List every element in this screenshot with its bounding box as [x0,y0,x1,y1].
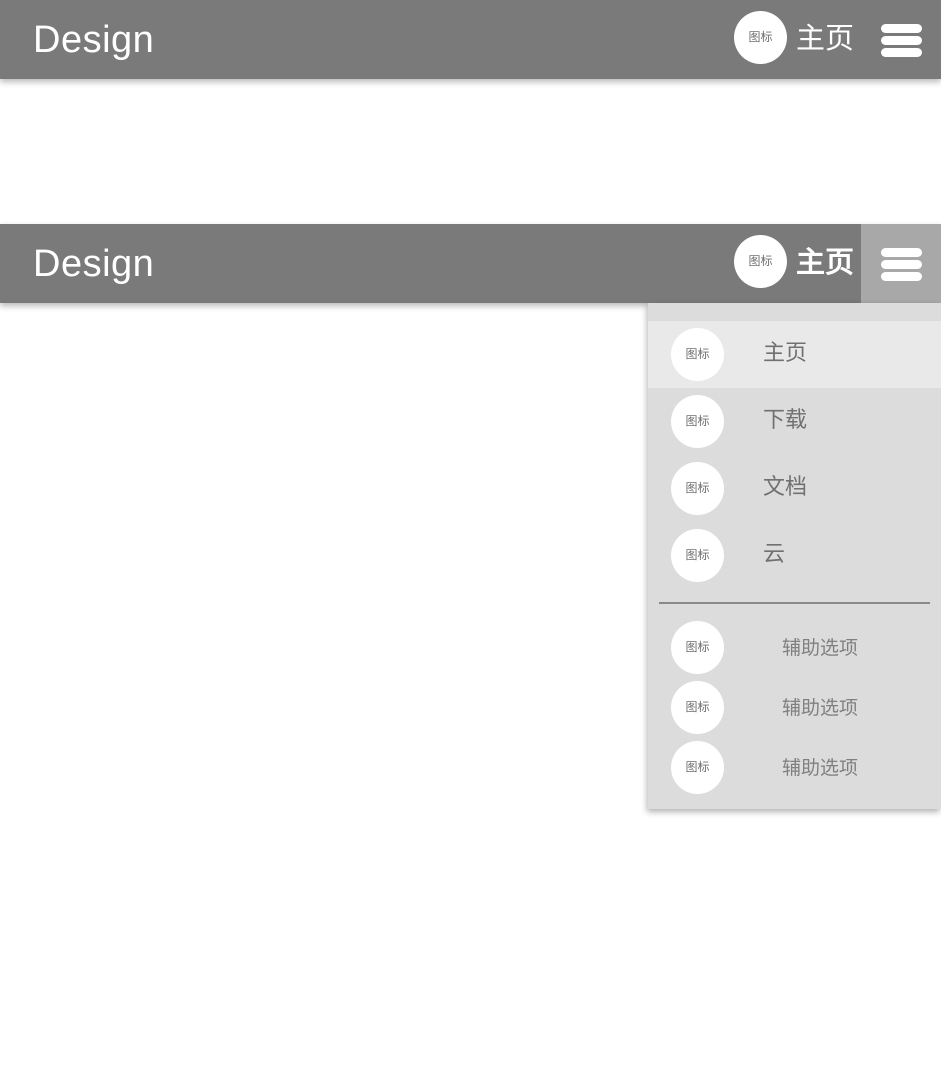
home-icon[interactable]: 图标 [734,11,787,64]
hamburger-icon-bar [881,272,922,281]
hamburger-icon-bar [881,260,922,269]
menu-item-label: 辅助选项 [782,697,859,719]
hamburger-icon [881,248,922,257]
home-icon: 图标 [671,328,724,381]
current-page-title[interactable]: 主页 [796,18,854,58]
menu-item-label: 辅助选项 [782,757,859,779]
cloud-icon: 图标 [671,529,724,582]
menu-item-label: 云 [763,542,786,567]
menu-item-label: 辅助选项 [782,637,859,659]
hamburger-icon [881,24,922,33]
hamburger-icon-bar [881,48,922,57]
secondary-option-icon: 图标 [671,621,724,674]
hamburger-menu-button[interactable] [861,0,941,79]
app-bar-expanded: Design 图标 主页 [0,224,941,303]
menu-item-secondary-1[interactable]: 图标 辅助选项 [648,619,941,679]
document-icon: 图标 [671,462,724,515]
menu-item-cloud[interactable]: 图标 云 [648,522,941,589]
menu-item-label: 主页 [763,341,808,366]
menu-item-label: 文档 [763,475,808,500]
home-icon[interactable]: 图标 [734,235,787,288]
hamburger-menu-button-active[interactable] [861,224,941,303]
menu-item-download[interactable]: 图标 下载 [648,388,941,455]
current-page-title[interactable]: 主页 [796,242,854,282]
menu-item-label: 下载 [763,408,808,433]
secondary-option-icon: 图标 [671,741,724,794]
app-bar-collapsed: Design 图标 主页 [0,0,941,79]
menu-item-secondary-3[interactable]: 图标 辅助选项 [648,739,941,799]
secondary-option-icon: 图标 [671,681,724,734]
menu-item-home[interactable]: 图标 主页 [648,321,941,388]
brand-logo-text[interactable]: Design [33,17,154,63]
menu-item-docs[interactable]: 图标 文档 [648,455,941,522]
menu-item-secondary-2[interactable]: 图标 辅助选项 [648,679,941,739]
brand-logo-text[interactable]: Design [33,241,154,287]
hamburger-icon-bar [881,36,922,45]
menu-divider [659,602,930,604]
download-icon: 图标 [671,395,724,448]
dropdown-menu: 图标 主页 图标 下载 图标 文档 图标 云 图标 辅助选项 图标 辅助选项 图… [648,303,941,809]
